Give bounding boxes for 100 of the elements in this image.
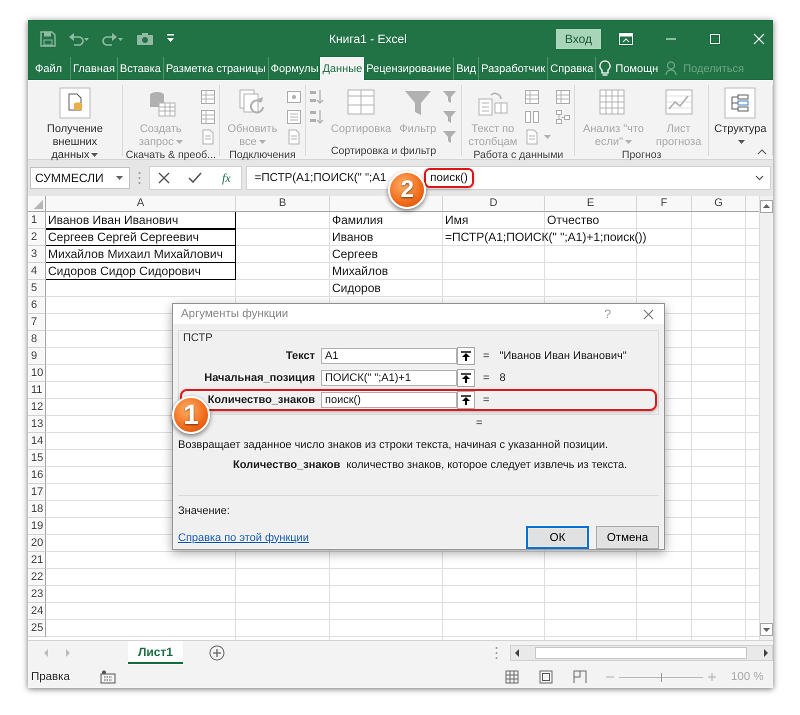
row-header[interactable]: 12 xyxy=(28,399,46,416)
table-cell: Сидоров Сидор Сидорович xyxy=(48,264,201,278)
scroll-up-icon[interactable] xyxy=(760,200,773,213)
column-header[interactable]: D xyxy=(443,196,545,211)
person-icon[interactable] xyxy=(665,61,680,76)
group-label: Работа с данными xyxy=(472,149,564,161)
row-header[interactable]: 11 xyxy=(28,382,46,399)
row-header[interactable]: 20 xyxy=(28,535,46,552)
horizontal-scrollbar[interactable] xyxy=(510,645,773,661)
enter-icon[interactable] xyxy=(188,172,202,184)
help-search-label[interactable]: Помощн xyxy=(615,62,658,74)
row-header[interactable]: 5 xyxy=(28,280,46,297)
row-header[interactable]: 24 xyxy=(28,603,46,620)
insert-function-button[interactable]: fx xyxy=(220,170,233,186)
ribbon-button[interactable]: Получение внешних данных xyxy=(31,87,119,162)
name-box[interactable]: СУММЕСЛИ xyxy=(30,167,130,189)
column-header[interactable]: A xyxy=(46,196,236,211)
outlined-cell[interactable]: Сергеев Сергей Сергеевич xyxy=(46,229,236,246)
function-description: Возвращает заданное число знаков из строки текста, начиная с указанной позиции. xyxy=(178,439,610,451)
page-layout-icon[interactable] xyxy=(539,670,553,684)
row-header[interactable]: 22 xyxy=(28,569,46,586)
table-cell: Иванов xyxy=(332,230,374,244)
column-header[interactable]: E xyxy=(545,196,637,211)
column-header[interactable]: F xyxy=(637,196,692,211)
value-label: Значение: xyxy=(178,505,231,517)
row-header[interactable]: 10 xyxy=(28,365,46,382)
dialog-title: Аргументы функции xyxy=(181,308,290,320)
ribbon-button[interactable]: Структура xyxy=(712,87,769,149)
customize-icon[interactable] xyxy=(166,34,175,43)
ribbon-tab[interactable]: Данные xyxy=(320,57,364,80)
group-label: Скачать & преоб... xyxy=(126,149,216,161)
collapse-dialog-icon[interactable] xyxy=(457,369,475,387)
row-header[interactable]: 18 xyxy=(28,501,46,518)
argument-name: Количество_знаков xyxy=(233,459,340,471)
maximize-icon[interactable] xyxy=(709,32,721,44)
camera-icon[interactable] xyxy=(136,32,154,46)
ribbon-tab[interactable]: Файл xyxy=(30,57,70,80)
column-header[interactable]: G xyxy=(692,196,746,211)
argument-field[interactable]: A1 xyxy=(321,348,457,364)
sheet-tab[interactable]: Лист1 xyxy=(128,641,183,664)
row-header[interactable]: 2 xyxy=(28,229,46,246)
collapse-ribbon-icon[interactable] xyxy=(757,149,767,155)
collapse-dialog-icon[interactable] xyxy=(457,391,475,409)
zoom-in-icon[interactable] xyxy=(707,672,717,682)
row-header[interactable]: 1 xyxy=(28,212,46,229)
row-header[interactable]: 25 xyxy=(28,620,46,637)
column-header[interactable]: B xyxy=(236,196,330,211)
row-header[interactable]: 17 xyxy=(28,484,46,501)
row-header[interactable]: 8 xyxy=(28,331,46,348)
lightbulb-icon[interactable] xyxy=(599,60,612,77)
collapse-dialog-icon[interactable] xyxy=(457,347,475,365)
grip-icon xyxy=(138,171,141,185)
outlined-cell[interactable]: Сидоров Сидор Сидорович xyxy=(46,263,236,280)
previous-sheet-icon[interactable] xyxy=(42,648,50,658)
normal-view-icon[interactable] xyxy=(505,670,519,684)
row-header[interactable]: 9 xyxy=(28,348,46,365)
table-cell: Отчество xyxy=(547,213,600,227)
macro-recorder-icon[interactable] xyxy=(100,670,116,684)
row-header[interactable]: 7 xyxy=(28,314,46,331)
table-cell: Имя xyxy=(445,213,468,227)
save-icon[interactable] xyxy=(40,30,56,46)
table-cell: Сидоров xyxy=(332,281,381,295)
outline-icon xyxy=(724,87,756,119)
expand-icon[interactable] xyxy=(755,175,764,180)
row-header[interactable]: 13 xyxy=(28,416,46,433)
row-header[interactable]: 21 xyxy=(28,552,46,569)
add-sheet-icon[interactable] xyxy=(208,645,225,661)
ribbon-tab[interactable]: Рецензирование xyxy=(364,57,454,80)
row-header[interactable]: 23 xyxy=(28,586,46,603)
row-header[interactable]: 14 xyxy=(28,433,46,450)
argument-field[interactable]: ПОИСК(" ";A1)+1 xyxy=(321,370,457,386)
row-header[interactable]: 16 xyxy=(28,467,46,484)
argument-result: 8 xyxy=(499,372,506,384)
dialog-button[interactable]: ОК xyxy=(526,526,589,549)
sign-in-button[interactable]: Вход xyxy=(556,28,601,48)
row-header[interactable]: 4 xyxy=(28,263,46,280)
cancel-icon[interactable] xyxy=(158,172,170,184)
close-icon[interactable] xyxy=(643,308,654,320)
group-label: Подключения xyxy=(228,149,297,161)
outlined-cell[interactable]: Иванов Иван Иванович xyxy=(46,212,236,229)
outlined-cell[interactable]: Михайлов Михаил Михайлович xyxy=(46,246,236,263)
scroll-down-icon[interactable] xyxy=(760,623,773,636)
page-break-icon[interactable] xyxy=(573,670,587,684)
table-cell: Михайлов xyxy=(332,264,388,278)
vertical-scrollbar[interactable] xyxy=(759,196,773,640)
table-cell: Сергеев Сергей Сергеевич xyxy=(48,230,199,244)
scroll-thumb[interactable] xyxy=(535,647,748,659)
help-link[interactable]: Справка по этой функции xyxy=(178,532,519,544)
ribbon-display-icon[interactable] xyxy=(619,32,633,44)
row-header[interactable]: 3 xyxy=(28,246,46,263)
dialog-button[interactable]: Отмена xyxy=(596,526,659,549)
row-header[interactable]: 6 xyxy=(28,297,46,314)
redo-icon[interactable] xyxy=(102,30,124,46)
row-header[interactable]: 15 xyxy=(28,450,46,467)
argument-label: Начальная_позиция xyxy=(203,372,315,384)
row-header[interactable]: 19 xyxy=(28,518,46,535)
next-sheet-icon[interactable] xyxy=(64,648,72,658)
argument-field[interactable]: поиск() xyxy=(321,392,457,408)
undo-icon[interactable] xyxy=(68,30,90,46)
table-cell: Сергеев xyxy=(332,247,378,261)
